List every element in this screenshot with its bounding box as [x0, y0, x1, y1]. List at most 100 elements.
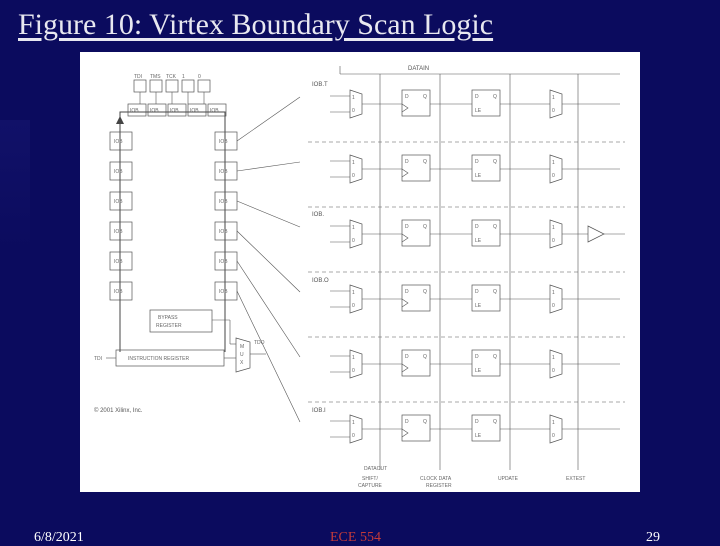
footer-date: 6/8/2021 — [34, 530, 84, 546]
svg-text:IOB: IOB — [114, 169, 123, 175]
svg-text:0: 0 — [352, 108, 355, 114]
svg-text:U: U — [240, 352, 244, 358]
svg-text:Q: Q — [493, 354, 497, 360]
svg-text:M: M — [240, 344, 244, 350]
row-label-2: IOB. — [312, 212, 324, 218]
svg-text:IOB: IOB — [114, 259, 123, 265]
svg-text:REGISTER: REGISTER — [156, 323, 182, 329]
svg-text:D: D — [405, 159, 409, 165]
svg-text:0: 0 — [198, 74, 201, 80]
iob-left-column: IOB IOB IOB IOB IOB IOB — [110, 132, 132, 300]
svg-text:LE: LE — [475, 173, 482, 179]
svg-text:0: 0 — [352, 173, 355, 179]
svg-text:INSTRUCTION REGISTER: INSTRUCTION REGISTER — [128, 356, 190, 362]
copyright-text: © 2001 Xilinx, Inc. — [94, 407, 143, 414]
svg-text:D: D — [475, 419, 479, 425]
svg-text:LE: LE — [475, 303, 482, 309]
figure-area: DATAIN TDI TMS TCK 1 0 IOB IOB IOB IOB I… — [80, 52, 640, 492]
svg-text:Q: Q — [423, 419, 427, 425]
svg-text:TMS: TMS — [150, 74, 161, 80]
svg-text:1: 1 — [352, 420, 355, 426]
svg-text:IOB: IOB — [130, 108, 139, 114]
svg-text:1: 1 — [552, 420, 555, 426]
svg-text:IOB: IOB — [210, 108, 219, 114]
svg-text:X: X — [240, 360, 244, 366]
boundary-scan-diagram: DATAIN TDI TMS TCK 1 0 IOB IOB IOB IOB I… — [80, 52, 640, 492]
svg-text:REGISTER: REGISTER — [426, 483, 452, 489]
svg-text:Q: Q — [423, 159, 427, 165]
label-shift-capture: SHIFT/ — [362, 476, 378, 482]
svg-text:IOB: IOB — [219, 199, 228, 205]
svg-text:TDI: TDI — [94, 356, 102, 362]
footer-course: ECE 554 — [330, 530, 381, 546]
svg-text:D: D — [475, 289, 479, 295]
svg-text:Q: Q — [423, 224, 427, 230]
svg-text:Q: Q — [423, 354, 427, 360]
svg-text:1: 1 — [352, 225, 355, 231]
svg-text:Q: Q — [493, 224, 497, 230]
svg-text:1: 1 — [182, 74, 185, 80]
iob-top-row: IOB IOB IOB IOB IOB — [128, 104, 226, 116]
svg-text:IOB: IOB — [114, 199, 123, 205]
svg-text:IOB: IOB — [170, 108, 179, 114]
svg-text:0: 0 — [352, 303, 355, 309]
svg-text:Q: Q — [493, 289, 497, 295]
svg-text:D: D — [475, 94, 479, 100]
svg-text:D: D — [405, 419, 409, 425]
svg-text:D: D — [405, 289, 409, 295]
svg-text:0: 0 — [552, 303, 555, 309]
svg-text:TDO: TDO — [254, 340, 265, 346]
cell-row-1: 1 0 D Q D Q LE 1 0 — [330, 90, 620, 118]
svg-text:D: D — [405, 94, 409, 100]
side-accent — [0, 120, 30, 250]
svg-text:IOB: IOB — [219, 229, 228, 235]
svg-text:IOB: IOB — [219, 259, 228, 265]
svg-text:0: 0 — [552, 108, 555, 114]
svg-text:IOB: IOB — [114, 139, 123, 145]
svg-text:1: 1 — [552, 355, 555, 361]
svg-text:Q: Q — [423, 289, 427, 295]
cell-row-2: DQ DQLE 10 10 — [330, 155, 620, 183]
svg-text:Q: Q — [493, 94, 497, 100]
label-extest: EXTEST — [566, 476, 585, 482]
svg-text:BYPASS: BYPASS — [158, 315, 178, 321]
svg-text:1: 1 — [552, 160, 555, 166]
svg-text:1: 1 — [552, 290, 555, 296]
svg-text:LE: LE — [475, 238, 482, 244]
svg-text:D: D — [475, 224, 479, 230]
svg-text:LE: LE — [475, 368, 482, 374]
svg-text:1: 1 — [352, 160, 355, 166]
svg-text:1: 1 — [352, 290, 355, 296]
iob-right-column: IOB IOB IOB IOB IOB IOB — [215, 132, 237, 300]
cell-row-6: DQ DQLE 10 10 — [330, 415, 620, 443]
cell-row-5: DQ DQLE 10 10 — [330, 350, 620, 378]
svg-text:Q: Q — [493, 419, 497, 425]
svg-text:1: 1 — [552, 225, 555, 231]
svg-text:0: 0 — [352, 368, 355, 374]
label-datain: DATAIN — [408, 66, 429, 72]
svg-text:0: 0 — [552, 238, 555, 244]
cell-row-3: D Q D Q LE 1 0 1 0 — [330, 220, 625, 248]
svg-text:0: 0 — [352, 433, 355, 439]
svg-text:0: 0 — [552, 368, 555, 374]
svg-text:D: D — [405, 354, 409, 360]
row-label-3: IOB.O — [312, 278, 329, 284]
svg-text:0: 0 — [552, 173, 555, 179]
svg-text:LE: LE — [475, 108, 482, 114]
row-label-5: IOB.I — [312, 408, 326, 414]
label-dataout: DATAOUT — [364, 466, 387, 472]
svg-text:1: 1 — [352, 355, 355, 361]
row-label-0: IOB.T — [312, 82, 328, 88]
svg-text:1: 1 — [352, 95, 355, 101]
label-clock-data: CLOCK DATA — [420, 476, 452, 482]
svg-text:D: D — [405, 224, 409, 230]
svg-text:IOB: IOB — [150, 108, 159, 114]
svg-text:D: D — [475, 159, 479, 165]
svg-text:IOB: IOB — [190, 108, 199, 114]
svg-text:IOB: IOB — [219, 169, 228, 175]
label-update: UPDATE — [498, 476, 519, 482]
svg-text:IOB: IOB — [219, 139, 228, 145]
svg-text:CAPTURE: CAPTURE — [358, 483, 383, 489]
svg-text:TDI: TDI — [134, 74, 142, 80]
svg-text:0: 0 — [352, 238, 355, 244]
